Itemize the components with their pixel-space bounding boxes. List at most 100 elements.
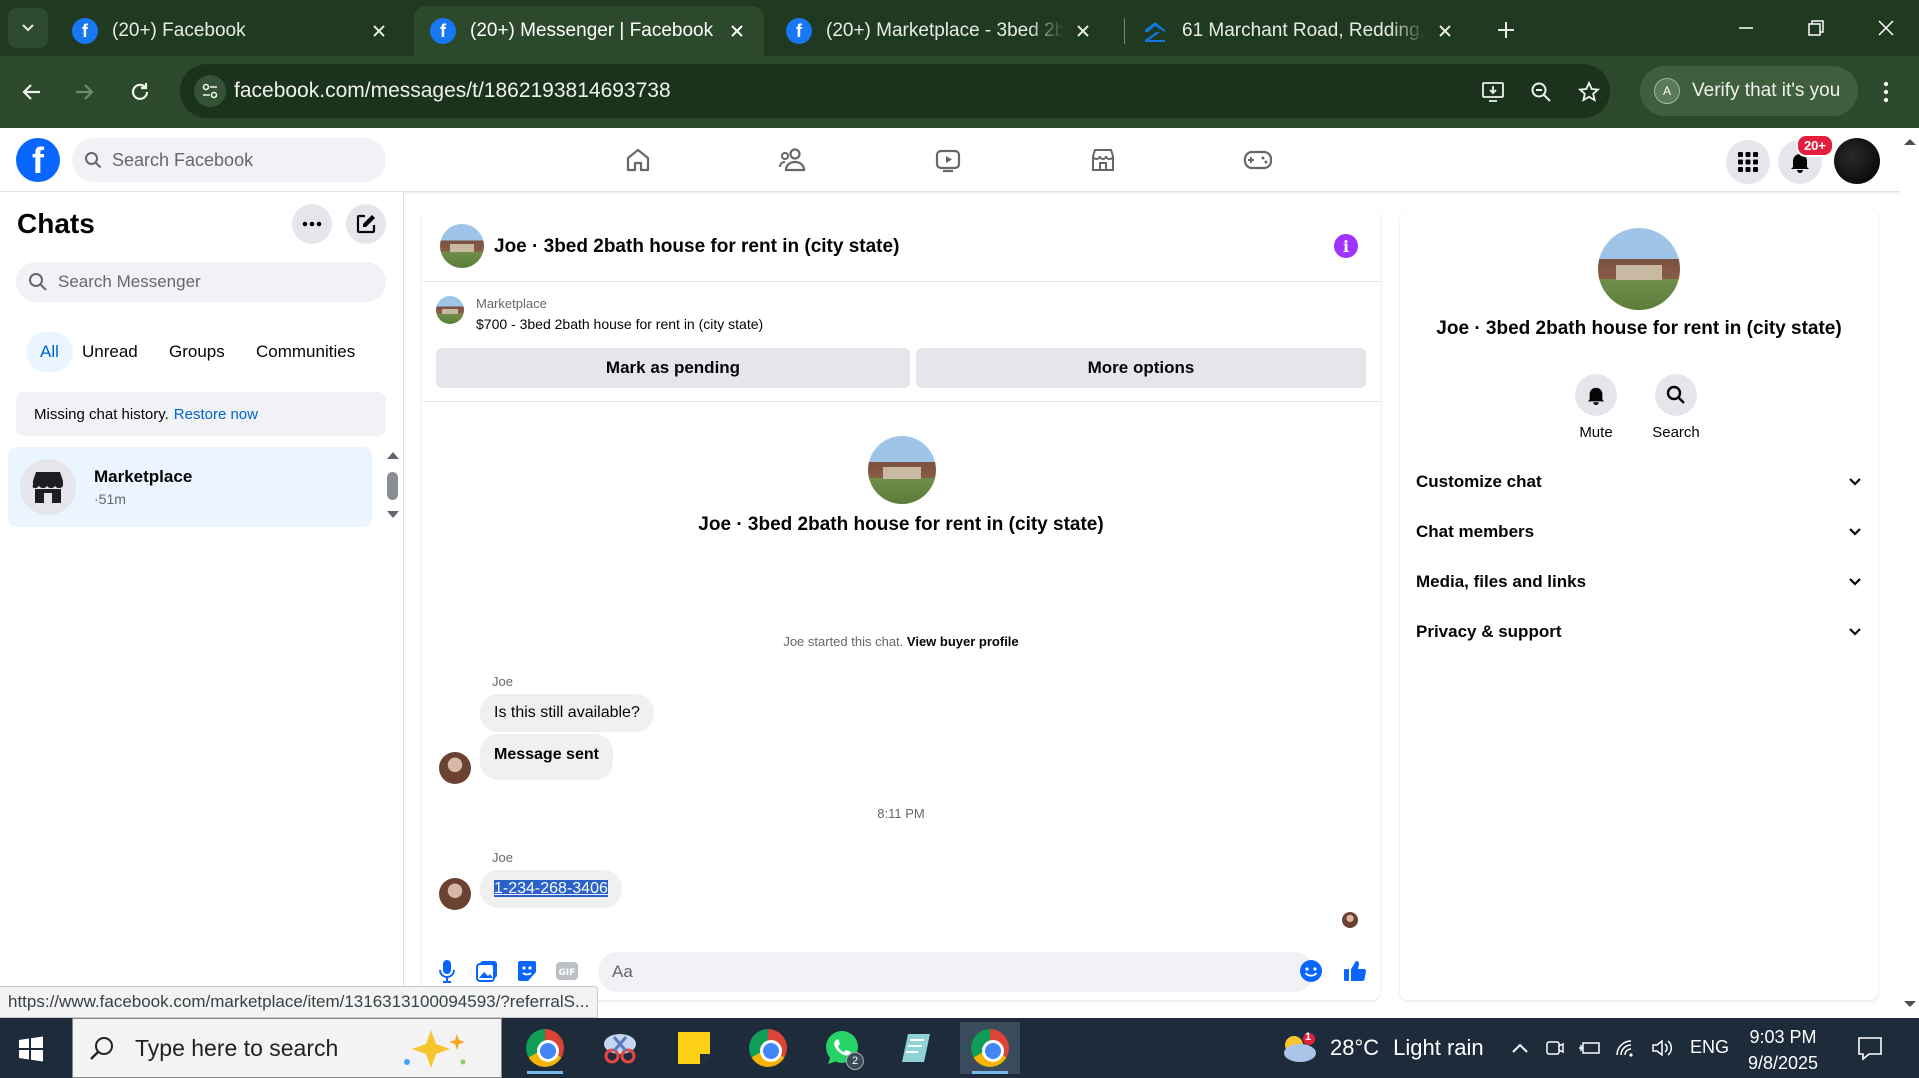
- taskbar-chrome-profile-app[interactable]: [738, 1022, 798, 1074]
- taskbar-snipping-app[interactable]: [590, 1022, 650, 1074]
- sender-avatar[interactable]: [439, 752, 471, 784]
- mark-as-pending-button[interactable]: Mark as pending: [436, 348, 910, 388]
- new-tab-button[interactable]: [1490, 14, 1522, 46]
- info-avatar[interactable]: [1598, 228, 1680, 310]
- like-icon[interactable]: [1342, 958, 1368, 984]
- message-input[interactable]: Aa: [598, 952, 1314, 992]
- taskbar-sticky-notes-app[interactable]: [664, 1022, 724, 1074]
- message-sender: Joe: [492, 850, 513, 865]
- seen-indicator-avatar: [1342, 912, 1358, 928]
- message-bubble[interactable]: Message sent: [480, 734, 613, 780]
- forward-button[interactable]: [64, 72, 104, 112]
- scroll-down-icon[interactable]: [1902, 998, 1918, 1010]
- media-files-links-section[interactable]: Media, files and links: [1416, 562, 1862, 602]
- listing-avatar[interactable]: [440, 224, 484, 268]
- notifications-button[interactable]: 20+: [1778, 134, 1834, 184]
- tab-messenger[interactable]: f (20+) Messenger | Facebook: [414, 6, 764, 56]
- photo-icon[interactable]: [474, 958, 500, 984]
- scroll-down-icon[interactable]: [386, 510, 400, 520]
- reload-icon: [131, 83, 149, 100]
- tab-marketplace[interactable]: f (20+) Marketplace - 3bed 2bath: [770, 6, 1110, 56]
- gif-icon[interactable]: GIF: [554, 958, 580, 984]
- site-info-icon[interactable]: [194, 75, 226, 107]
- filter-all[interactable]: All: [26, 332, 73, 372]
- profile-avatar[interactable]: [1834, 138, 1880, 184]
- chat-members-section[interactable]: Chat members: [1416, 512, 1862, 552]
- chats-options-button[interactable]: [292, 204, 332, 244]
- verify-identity-chip[interactable]: A Verify that it's you: [1640, 66, 1858, 116]
- filter-unread[interactable]: Unread: [68, 332, 152, 372]
- filter-communities[interactable]: Communities: [242, 332, 369, 372]
- marketplace-nav-icon[interactable]: [1085, 142, 1121, 178]
- system-clock[interactable]: 9:03 PM 9/8/2025: [1748, 1024, 1818, 1076]
- privacy-support-section[interactable]: Privacy & support: [1416, 612, 1862, 652]
- filter-groups[interactable]: Groups: [155, 332, 239, 372]
- input-language[interactable]: ENG: [1690, 1037, 1729, 1058]
- close-tab-icon[interactable]: [726, 20, 748, 42]
- facebook-icon: f: [72, 18, 98, 44]
- facebook-search-input[interactable]: Search Facebook: [72, 138, 386, 182]
- browser-menu-button[interactable]: [1870, 72, 1902, 112]
- conversation-title[interactable]: Joe · 3bed 2bath house for rent in (city…: [494, 236, 899, 258]
- back-button[interactable]: [12, 72, 52, 112]
- weather-widget[interactable]: 1 28°C Light rain: [1278, 1018, 1484, 1078]
- battery-icon[interactable]: [1578, 1036, 1602, 1060]
- restore-now-link[interactable]: Restore now: [174, 406, 258, 423]
- tab-facebook[interactable]: f (20+) Facebook: [56, 6, 406, 56]
- friends-nav-icon[interactable]: [775, 142, 811, 178]
- bookmark-star-icon[interactable]: [1574, 77, 1604, 107]
- chat-list-scrollbar[interactable]: [387, 472, 398, 500]
- taskbar-chrome-app[interactable]: [515, 1022, 575, 1074]
- restore-button[interactable]: [1786, 6, 1846, 50]
- taskbar-search-input[interactable]: Type here to search: [72, 1018, 502, 1078]
- message-bubble[interactable]: Is this still available?: [480, 694, 654, 732]
- volume-icon[interactable]: [1650, 1036, 1674, 1060]
- conversation-header: Joe · 3bed 2bath house for rent in (city…: [422, 210, 1380, 282]
- meet-now-icon[interactable]: [1543, 1036, 1567, 1060]
- zoom-icon[interactable]: [1526, 77, 1556, 107]
- new-message-button[interactable]: [346, 204, 386, 244]
- phone-number-text[interactable]: 1-234-268-3406: [494, 880, 608, 897]
- tab-zillow[interactable]: 61 Marchant Road, Redding, CT: [1126, 6, 1472, 56]
- minimize-button[interactable]: [1716, 6, 1776, 50]
- sender-avatar[interactable]: [439, 878, 471, 910]
- install-app-icon[interactable]: [1478, 77, 1508, 107]
- sticker-icon[interactable]: [514, 958, 540, 984]
- facebook-logo[interactable]: f: [16, 138, 60, 182]
- watch-nav-icon[interactable]: [930, 142, 966, 178]
- address-bar[interactable]: facebook.com/messages/t/1862193814693738: [180, 64, 1610, 118]
- wifi-icon[interactable]: [1614, 1036, 1638, 1060]
- page-scrollbar[interactable]: [1900, 128, 1919, 1018]
- close-window-button[interactable]: [1856, 6, 1916, 50]
- close-tab-icon[interactable]: [1434, 20, 1456, 42]
- taskbar-chrome-active-app[interactable]: [960, 1022, 1020, 1074]
- taskbar-app[interactable]: [886, 1022, 946, 1074]
- taskbar-whatsapp-app[interactable]: 2: [812, 1022, 872, 1074]
- reload-button[interactable]: [120, 72, 160, 112]
- view-buyer-profile-link[interactable]: View buyer profile: [907, 634, 1019, 649]
- facebook-icon: f: [786, 18, 812, 44]
- emoji-icon[interactable]: [1298, 958, 1324, 984]
- message-bubble[interactable]: 1-234-268-3406: [480, 870, 622, 908]
- customize-chat-section[interactable]: Customize chat: [1416, 462, 1862, 502]
- listing-price-title[interactable]: $700 - 3bed 2bath house for rent in (cit…: [476, 316, 763, 332]
- menu-button[interactable]: [1726, 140, 1770, 184]
- close-tab-icon[interactable]: [1072, 20, 1094, 42]
- chat-list-item[interactable]: Marketplace ·51m: [8, 447, 372, 527]
- more-options-button[interactable]: More options: [916, 348, 1366, 388]
- search-in-conversation-button[interactable]: Search: [1636, 374, 1716, 441]
- clock-date: 9/8/2025: [1748, 1053, 1819, 1073]
- microphone-icon[interactable]: [434, 958, 460, 984]
- show-hidden-icons-button[interactable]: [1508, 1036, 1532, 1060]
- messenger-search-input[interactable]: Search Messenger: [16, 262, 386, 302]
- scroll-up-icon[interactable]: [386, 450, 400, 460]
- home-nav-icon[interactable]: [620, 142, 656, 178]
- mute-button[interactable]: Mute: [1556, 374, 1636, 441]
- close-tab-icon[interactable]: [368, 20, 390, 42]
- scroll-up-icon[interactable]: [1902, 136, 1918, 148]
- gaming-nav-icon[interactable]: [1240, 142, 1276, 178]
- start-button[interactable]: [18, 1036, 44, 1067]
- action-center-button[interactable]: [1856, 1034, 1884, 1067]
- info-icon[interactable]: i: [1334, 234, 1358, 258]
- tab-search-dropdown[interactable]: [8, 8, 48, 48]
